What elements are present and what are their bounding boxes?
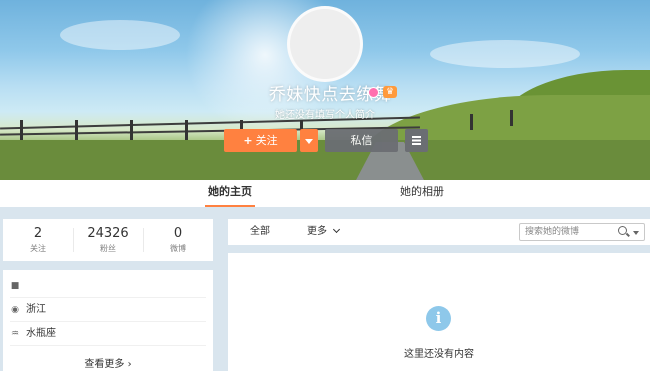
message-button[interactable]: 私信	[325, 129, 398, 152]
stat-following[interactable]: 2 关注	[3, 219, 73, 261]
stat-value: 2	[33, 226, 43, 241]
info-text: 浙江	[26, 304, 46, 315]
follow-button[interactable]: + 关注	[224, 129, 297, 152]
hamburger-menu-icon	[412, 136, 421, 145]
profile-info-card: ■ ◉ 浙江 ♒ 水瓶座 查看更多 ›	[3, 270, 213, 371]
stat-value: 0	[173, 226, 183, 241]
info-icon: i	[426, 306, 451, 331]
view-more-link[interactable]: 查看更多 ›	[3, 355, 213, 370]
stats-card: 2 关注 24326 粉丝 0 微博	[3, 219, 213, 261]
cover-cloud	[430, 40, 580, 68]
fence-post	[20, 120, 23, 140]
more-menu-button[interactable]	[405, 129, 428, 152]
fence-post	[75, 120, 78, 140]
feed-tab-more[interactable]: 更多	[307, 219, 341, 245]
location-pin-icon: ◉	[11, 305, 19, 315]
search-icon[interactable]	[618, 226, 627, 235]
stat-label: 微博	[170, 244, 186, 253]
fence-post	[130, 120, 133, 140]
stat-label: 粉丝	[100, 244, 116, 253]
view-more-label: 查看更多	[84, 359, 125, 370]
feed-tab-all[interactable]: 全部	[250, 219, 270, 245]
member-crown-icon[interactable]: ♛	[383, 86, 397, 98]
vip-heart-icon[interactable]	[368, 87, 379, 98]
info-row-location: ◉ 浙江	[10, 299, 206, 322]
search-input[interactable]	[525, 225, 615, 239]
profile-tabs: 她的主页 她的相册	[0, 180, 650, 207]
plus-icon: +	[243, 134, 253, 147]
stat-label: 关注	[30, 244, 46, 253]
profile-intro: 她还没有填写个人简介	[275, 110, 375, 121]
feed-filter-bar: 全部 更多	[228, 219, 650, 245]
chevron-down-icon	[333, 225, 341, 234]
stat-posts[interactable]: 0 微博	[143, 219, 213, 261]
info-text: 水瓶座	[26, 328, 56, 339]
fence-post	[185, 120, 188, 140]
chevron-down-icon[interactable]	[633, 231, 639, 235]
feed-content: i 这里还没有内容	[228, 253, 650, 371]
feed-tab-more-label: 更多	[307, 226, 327, 237]
zodiac-icon: ♒	[10, 329, 20, 339]
tab-album[interactable]: 她的相册	[397, 180, 447, 207]
chevron-down-icon	[305, 138, 313, 144]
empty-state-text: 这里还没有内容	[404, 349, 474, 360]
info-row-bookmark: ■	[10, 275, 206, 298]
profile-cover: 乔妹快点去练舞 ♛ 她还没有填写个人简介 + 关注 私信	[0, 0, 650, 180]
fence-post	[470, 114, 473, 130]
follow-dropdown-button[interactable]	[300, 129, 318, 152]
fence-post	[510, 110, 513, 126]
stat-followers[interactable]: 24326 粉丝	[73, 219, 143, 261]
cover-cloud	[60, 20, 180, 50]
search-box[interactable]	[519, 223, 645, 241]
info-row-zodiac: ♒ 水瓶座	[10, 323, 206, 346]
chevron-right-icon: ›	[127, 359, 132, 370]
follow-label: 关注	[255, 134, 278, 147]
bookmark-icon: ■	[10, 281, 20, 291]
tab-home[interactable]: 她的主页	[205, 180, 255, 207]
stat-value: 24326	[87, 226, 129, 241]
avatar[interactable]	[287, 6, 363, 82]
